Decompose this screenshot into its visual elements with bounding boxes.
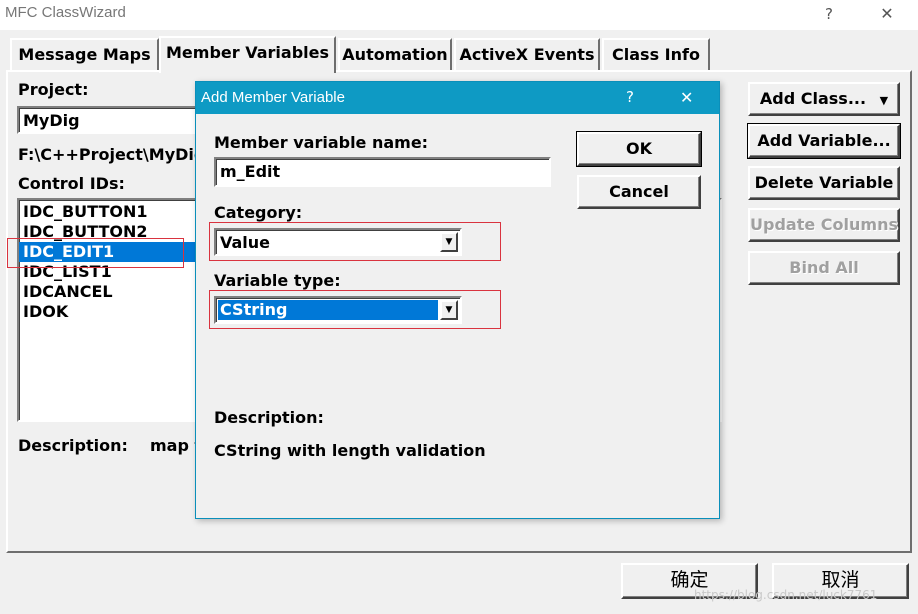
dialog-cancel-button[interactable]: Cancel bbox=[577, 175, 701, 209]
selected-id-highlight bbox=[7, 238, 184, 268]
add-class-label: Add Class... bbox=[759, 89, 867, 108]
update-columns-button[interactable]: Update Columns bbox=[748, 208, 900, 242]
add-variable-button[interactable]: Add Variable... bbox=[747, 123, 901, 159]
delete-variable-button[interactable]: Delete Variable bbox=[748, 166, 900, 200]
description-label: Description: bbox=[18, 436, 128, 455]
list-item[interactable]: IDCANCEL bbox=[19, 282, 215, 302]
variable-type-label: Variable type: bbox=[214, 271, 341, 290]
variable-type-highlight bbox=[209, 290, 501, 329]
add-member-variable-dialog: Add Member Variable ? ✕ Member variable … bbox=[195, 81, 720, 519]
chevron-down-icon: ▼ bbox=[879, 94, 889, 107]
dialog-titlebar: Add Member Variable ? ✕ bbox=[196, 82, 719, 114]
help-icon[interactable]: ? bbox=[806, 0, 852, 30]
project-label: Project: bbox=[18, 80, 89, 99]
dialog-ok-button[interactable]: OK bbox=[576, 131, 702, 167]
control-ids-label: Control IDs: bbox=[18, 174, 125, 193]
category-label: Category: bbox=[214, 203, 303, 222]
list-item[interactable]: IDOK bbox=[19, 302, 215, 322]
dialog-title: Add Member Variable bbox=[201, 89, 345, 106]
project-combo[interactable]: MyDig bbox=[17, 106, 217, 134]
dialog-close-icon[interactable]: ✕ bbox=[680, 88, 693, 107]
tab-automation[interactable]: Automation bbox=[338, 38, 452, 71]
watermark: https://blog.csdn.net/luck7761 bbox=[694, 588, 878, 602]
window-titlebar: MFC ClassWizard ? ✕ bbox=[0, 0, 918, 30]
add-class-button[interactable]: Add Class... ▼ bbox=[748, 82, 900, 116]
dialog-description-value: CString with length validation bbox=[214, 441, 486, 460]
bind-all-button[interactable]: Bind All bbox=[748, 251, 900, 285]
tab-message-maps[interactable]: Message Maps bbox=[10, 38, 159, 71]
project-combo-value: MyDig bbox=[23, 111, 80, 130]
dialog-description-label: Description: bbox=[214, 408, 324, 427]
member-variable-name-input[interactable]: m_Edit bbox=[214, 157, 551, 187]
category-highlight bbox=[209, 222, 501, 261]
close-icon[interactable]: ✕ bbox=[864, 0, 910, 30]
dialog-help-icon[interactable]: ? bbox=[626, 88, 634, 106]
member-variable-name-value: m_Edit bbox=[220, 162, 281, 181]
control-ids-list[interactable]: IDC_BUTTON1 IDC_BUTTON2 IDC_EDIT1 IDC_LI… bbox=[17, 198, 217, 422]
member-variable-name-label: Member variable name: bbox=[214, 133, 429, 152]
tab-member-variables[interactable]: Member Variables bbox=[159, 36, 336, 73]
tab-activex-events[interactable]: ActiveX Events bbox=[454, 38, 600, 71]
tab-class-info[interactable]: Class Info bbox=[602, 38, 710, 71]
list-item[interactable]: IDC_BUTTON1 bbox=[19, 202, 215, 222]
window-title: MFC ClassWizard bbox=[5, 4, 126, 21]
